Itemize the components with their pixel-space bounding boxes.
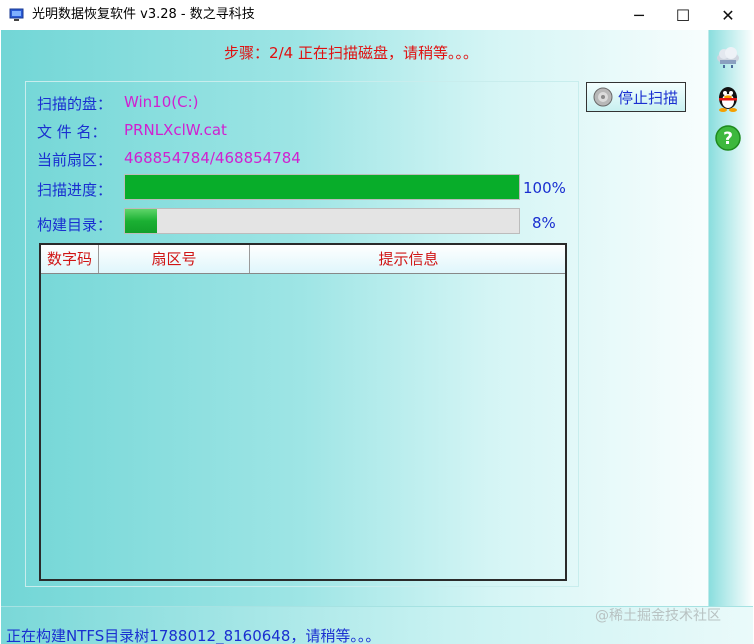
status-text: 正在构建NTFS目录树1788012_8160648，请稍等。。。 <box>6 627 381 644</box>
file-value: PRNLXclW.cat <box>124 121 227 139</box>
build-progress-percent: 8% <box>532 214 556 232</box>
sector-value: 468854784/468854784 <box>124 149 301 167</box>
disk-value: Win10(C:) <box>124 93 199 111</box>
scan-progress-bar <box>124 174 520 200</box>
help-icon[interactable]: ? <box>714 124 742 152</box>
scan-progress-percent: 100% <box>523 179 566 197</box>
title-bar: 光明数据恢复软件 v3.28 - 数之寻科技 ─ ☐ ✕ <box>0 0 754 30</box>
maximize-button[interactable]: ☐ <box>660 0 706 30</box>
column-header-info[interactable]: 提示信息 <box>250 245 567 273</box>
window-title: 光明数据恢复软件 v3.28 - 数之寻科技 <box>32 7 255 22</box>
side-toolbar <box>708 30 753 606</box>
app-icon <box>9 8 24 21</box>
stop-scan-label: 停止扫描 <box>618 88 679 107</box>
svg-text:?: ? <box>723 129 733 149</box>
stop-scan-button[interactable]: 停止扫描 <box>586 82 686 112</box>
build-progress-fill <box>125 209 157 233</box>
result-table[interactable]: 数字码 扇区号 提示信息 <box>39 243 567 581</box>
build-progress-label: 构建目录： <box>37 216 113 234</box>
build-progress-bar <box>124 208 520 234</box>
file-label: 文 件 名： <box>37 123 107 141</box>
qq-penguin-icon[interactable] <box>714 84 742 112</box>
step-status: 步骤：2/4 正在扫描磁盘，请稍等。。。 <box>224 44 478 62</box>
table-header: 数字码 扇区号 提示信息 <box>41 245 565 274</box>
minimize-button[interactable]: ─ <box>616 0 662 30</box>
watermark: @稀土掘金技术社区 <box>595 608 721 624</box>
disk-label: 扫描的盘： <box>37 95 113 113</box>
disc-icon <box>593 87 613 107</box>
scan-progress-fill <box>125 175 519 199</box>
column-header-code[interactable]: 数字码 <box>41 245 99 273</box>
cloud-icon[interactable] <box>714 42 742 70</box>
column-header-sector[interactable]: 扇区号 <box>99 245 250 273</box>
scan-progress-label: 扫描进度： <box>37 181 113 199</box>
close-button[interactable]: ✕ <box>705 0 751 30</box>
sector-label: 当前扇区： <box>37 151 113 169</box>
client-area: ? 步骤：2/4 正在扫描磁盘，请稍等。。。 扫描的盘： Win10(C:) 文… <box>1 30 753 644</box>
